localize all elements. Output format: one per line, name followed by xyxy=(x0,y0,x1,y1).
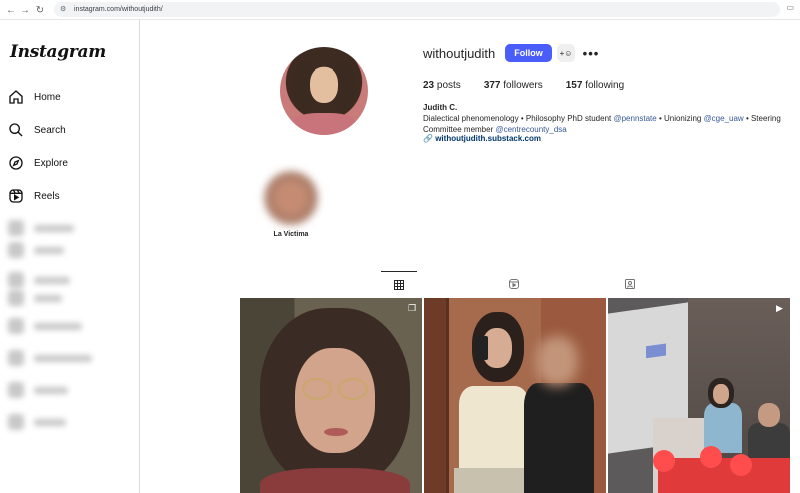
sidebar-item-label: Home xyxy=(34,91,61,103)
post-thumbnail[interactable] xyxy=(424,298,606,493)
posts-grid: ❐ ▶ xyxy=(240,298,800,493)
sidebar-item-blurred[interactable] xyxy=(8,220,74,236)
cast-icon[interactable]: ▭ xyxy=(786,3,794,12)
sidebar-item-search[interactable]: Search xyxy=(8,118,66,142)
sidebar-item-blurred[interactable] xyxy=(8,350,92,366)
link-icon: 🔗 xyxy=(423,134,433,143)
add-person-icon: +☺ xyxy=(559,48,573,58)
sidebar-item-blurred[interactable] xyxy=(8,290,62,306)
highlight-cover xyxy=(264,171,318,225)
profile-username: withoutjudith xyxy=(423,46,496,61)
sidebar-item-label: Search xyxy=(34,124,66,136)
address-bar[interactable]: ⚙ instagram.com/withoutjudith/ xyxy=(54,2,780,17)
mention-link[interactable]: @centrecounty_dsa xyxy=(495,125,566,134)
sidebar-item-label: Reels xyxy=(34,190,60,202)
browser-toolbar: ← → ↻ ⚙ instagram.com/withoutjudith/ ▭ xyxy=(0,0,800,20)
sidebar-item-blurred[interactable] xyxy=(8,318,82,334)
tab-tagged[interactable] xyxy=(612,271,648,297)
carousel-icon: ❐ xyxy=(408,303,417,313)
profile-bio: Dialectical phenomenology • Philosophy P… xyxy=(423,114,781,134)
profile-full-name: Judith C. xyxy=(423,103,458,112)
home-icon xyxy=(9,90,23,104)
sidebar-item-blurred[interactable] xyxy=(8,242,64,258)
more-options-button[interactable]: ••• xyxy=(582,44,600,62)
compass-icon xyxy=(9,156,23,170)
reload-icon[interactable]: ↻ xyxy=(31,1,49,19)
reel-icon: ▶ xyxy=(776,303,783,313)
instagram-logo[interactable]: Instagram xyxy=(10,42,106,62)
grid-icon xyxy=(394,279,404,290)
reels-icon xyxy=(509,279,519,289)
highlight-label: La Victima xyxy=(273,231,309,238)
reels-icon xyxy=(9,189,23,203)
profile-external-link[interactable]: 🔗 withoutjudith.substack.com xyxy=(423,134,541,143)
follow-button[interactable]: Follow xyxy=(505,44,552,62)
sidebar-item-blurred[interactable] xyxy=(8,414,66,430)
profile-main: withoutjudith Follow +☺ ••• 23 posts 377… xyxy=(140,20,800,493)
sidebar-item-reels[interactable]: Reels xyxy=(8,184,60,208)
url-text: instagram.com/withoutjudith/ xyxy=(74,6,163,13)
sidebar-item-blurred[interactable] xyxy=(8,382,68,398)
story-highlight[interactable]: La Victima xyxy=(261,171,321,238)
profile-avatar[interactable] xyxy=(280,47,368,135)
tagged-icon xyxy=(625,279,635,289)
sidebar: Instagram Home Search Explore Reels xyxy=(0,20,140,493)
sidebar-item-label: Explore xyxy=(34,157,68,169)
post-thumbnail[interactable]: ▶ xyxy=(608,298,790,493)
sidebar-item-blurred[interactable] xyxy=(8,272,70,288)
profile-tabs xyxy=(240,271,800,297)
posts-stat: 23 posts xyxy=(423,80,461,91)
profile-stats: 23 posts 377 followers 157 following xyxy=(423,80,647,91)
more-icon: ••• xyxy=(582,45,600,61)
search-icon xyxy=(9,123,23,137)
sidebar-item-home[interactable]: Home xyxy=(8,85,61,109)
mention-link[interactable]: @cge_uaw xyxy=(704,114,744,123)
sidebar-item-explore[interactable]: Explore xyxy=(8,151,68,175)
followers-stat[interactable]: 377 followers xyxy=(484,80,543,91)
tab-posts[interactable] xyxy=(381,271,417,297)
following-stat[interactable]: 157 following xyxy=(566,80,624,91)
mention-link[interactable]: @pennstate xyxy=(613,114,656,123)
tab-reels[interactable] xyxy=(496,271,532,297)
site-info-icon[interactable]: ⚙ xyxy=(60,6,68,14)
post-thumbnail[interactable]: ❐ xyxy=(240,298,422,493)
suggested-accounts-button[interactable]: +☺ xyxy=(557,44,575,62)
